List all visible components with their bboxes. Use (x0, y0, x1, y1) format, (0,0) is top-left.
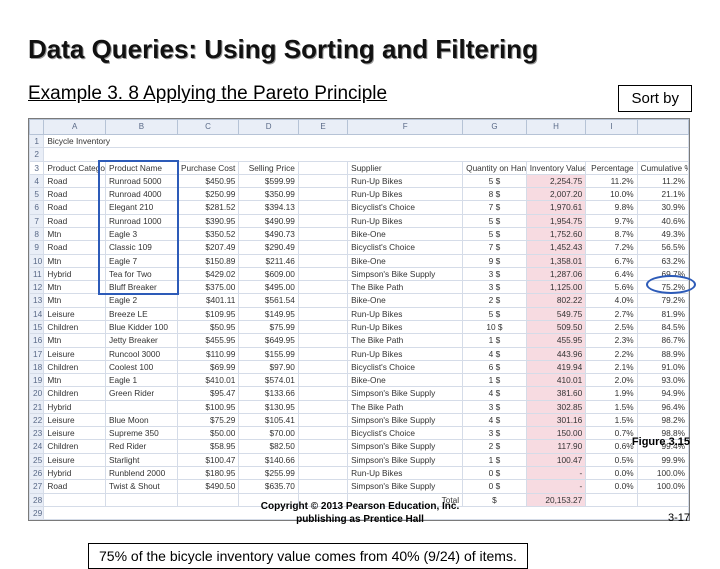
table-row: 16MtnJetty Breaker$455.95$649.95The Bike… (30, 334, 689, 347)
table-row: 4RoadRunroad 5000$450.95$599.99Run-Up Bi… (30, 174, 689, 187)
table-row: 19MtnEagle 1$410.01$574.01Bike-One1 $410… (30, 374, 689, 387)
table-row: 27RoadTwist & Shout$490.50$635.70Simpson… (30, 480, 689, 493)
table-row: 18ChildrenCoolest 100$69.99$97.90Bicycli… (30, 360, 689, 373)
spreadsheet-table: ABCDEFGHI 1Bicycle Inventory2 3Product C… (29, 119, 689, 520)
table-row: 12MtnBluff Breaker$375.00$495.00The Bike… (30, 281, 689, 294)
col-header: D (239, 120, 299, 135)
table-row: 15ChildrenBlue Kidder 100$50.95$75.99Run… (30, 320, 689, 333)
caption-box: 75% of the bicycle inventory value comes… (88, 543, 528, 569)
spreadsheet: ABCDEFGHI 1Bicycle Inventory2 3Product C… (28, 118, 690, 521)
col-header: G (463, 120, 527, 135)
table-row: 7RoadRunroad 1000$390.95$490.99Run-Up Bi… (30, 214, 689, 227)
table-row: 26HybridRunblend 2000$180.95$255.99Run-U… (30, 467, 689, 480)
table-row: 17LeisureRuncool 3000$110.99$155.99Run-U… (30, 347, 689, 360)
table-row: 14LeisureBreeze LE$109.95$149.95Run-Up B… (30, 307, 689, 320)
col-header: H (526, 120, 586, 135)
table-row: 11HybridTea for Two$429.02$609.00Simpson… (30, 267, 689, 280)
col-header: B (105, 120, 177, 135)
table-row: 21Hybrid$100.95$130.95The Bike Path3 $30… (30, 400, 689, 413)
slide-title: Data Queries: Using Sorting and Filterin… (28, 34, 692, 65)
table-row: 6RoadElegant 210$281.52$394.13Bicyclist'… (30, 201, 689, 214)
table-row: 10MtnEagle 7$150.89$211.46Bike-One9 $1,3… (30, 254, 689, 267)
col-header: C (177, 120, 239, 135)
table-row: 5RoadRunroad 4000$250.99$350.99Run-Up Bi… (30, 188, 689, 201)
table-row: 23LeisureSupreme 350$50.00$70.00Bicyclis… (30, 427, 689, 440)
table-row: 9RoadClassic 109$207.49$290.49Bicyclist'… (30, 241, 689, 254)
column-header-row: ABCDEFGHI (30, 120, 689, 135)
table-row: 24ChildrenRed Rider$58.95$82.50Simpson's… (30, 440, 689, 453)
sort-by-box: Sort by (618, 85, 692, 112)
col-header (637, 120, 688, 135)
figure-label: Figure 3.15 (632, 436, 690, 448)
col-header (30, 120, 44, 135)
table-row: 13MtnEagle 2$401.11$561.54Bike-One2 $802… (30, 294, 689, 307)
col-header: F (348, 120, 463, 135)
col-header: E (298, 120, 347, 135)
table-row: 22LeisureBlue Moon$75.29$105.41Simpson's… (30, 413, 689, 426)
example-title: Example 3. 8 Applying the Pareto Princip… (28, 83, 387, 105)
copyright: Copyright © 2013 Pearson Education, Inc.… (0, 500, 720, 526)
col-header: I (586, 120, 637, 135)
table-row: 20ChildrenGreen Rider$95.47$133.66Simpso… (30, 387, 689, 400)
table-row: 8MtnEagle 3$350.52$490.73Bike-One5 $1,75… (30, 227, 689, 240)
col-header: A (44, 120, 106, 135)
table-row: 25LeisureStarlight$100.47$140.66Simpson'… (30, 453, 689, 466)
page-number: 3-17 (668, 512, 690, 524)
